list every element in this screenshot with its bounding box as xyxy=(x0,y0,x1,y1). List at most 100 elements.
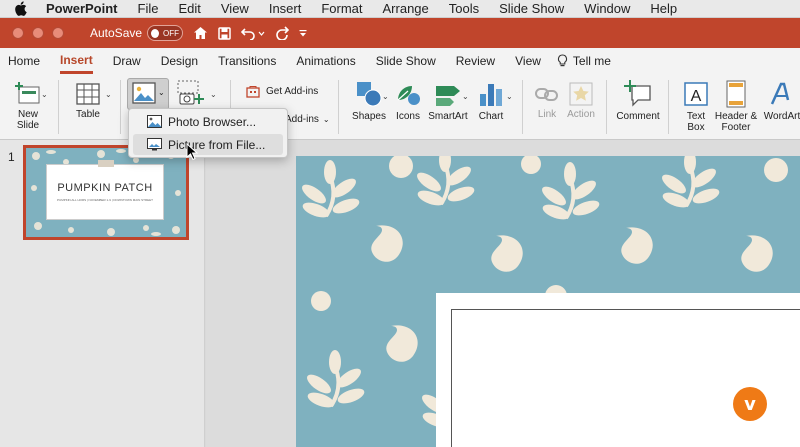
header-footer-icon xyxy=(726,80,746,108)
action-button[interactable]: Action xyxy=(564,82,598,120)
my-add-ins-button[interactable]: Add-ins ⌄ xyxy=(285,114,330,125)
thumbnail-title: PUMPKIN PATCH xyxy=(57,182,153,194)
redo-icon[interactable] xyxy=(275,26,290,40)
ribbon-divider xyxy=(58,80,59,134)
tab-transitions[interactable]: Transitions xyxy=(218,50,276,72)
slide-content-border xyxy=(451,309,800,447)
thumbnail-subtitle: PUMPKIN ALL HORS | NOVEMBER 1-9 | DOWNTO… xyxy=(57,198,153,202)
save-icon[interactable] xyxy=(218,26,231,40)
comment-icon xyxy=(624,80,651,107)
wordart-button[interactable]: WordArt xyxy=(760,80,800,122)
menu-tools[interactable]: Tools xyxy=(449,1,479,16)
title-bar: AutoSave OFF xyxy=(0,18,800,48)
shapes-label: Shapes xyxy=(352,111,386,122)
get-add-ins-button[interactable]: Get Add-ins xyxy=(246,84,318,98)
smartart-label: SmartArt xyxy=(428,111,468,122)
menu-format[interactable]: Format xyxy=(321,1,362,16)
tell-me-search[interactable]: Tell me xyxy=(557,50,611,72)
menu-app-name[interactable]: PowerPoint xyxy=(46,1,118,16)
picture-from-file-icon xyxy=(147,138,162,151)
tab-draw[interactable]: Draw xyxy=(113,50,141,72)
wordart-icon xyxy=(770,82,790,105)
chart-icon xyxy=(480,84,502,106)
photo-browser-icon xyxy=(147,115,162,128)
window-controls xyxy=(12,27,72,39)
table-button[interactable]: Table xyxy=(68,82,108,120)
close-window-button[interactable] xyxy=(12,27,24,39)
menu-help[interactable]: Help xyxy=(650,1,677,16)
apple-menu-icon[interactable] xyxy=(14,1,30,16)
screenshot-icon xyxy=(177,80,204,105)
chart-button[interactable]: Chart xyxy=(474,80,508,122)
menu-item-photo-browser[interactable]: Photo Browser... xyxy=(133,111,283,132)
table-chevron-icon[interactable]: ⌄ xyxy=(105,90,112,99)
text-box-button[interactable]: A Text Box xyxy=(679,80,713,133)
tab-animations[interactable]: Animations xyxy=(296,50,355,72)
new-slide-icon xyxy=(15,82,40,104)
action-icon xyxy=(569,82,593,106)
lightbulb-icon xyxy=(557,54,567,67)
photo-browser-label: Photo Browser... xyxy=(168,114,257,129)
new-slide-chevron-icon[interactable]: ⌄ xyxy=(41,90,48,99)
ribbon-divider xyxy=(120,80,121,134)
tab-design[interactable]: Design xyxy=(161,50,198,72)
menu-insert[interactable]: Insert xyxy=(269,1,302,16)
ribbon-tabs: Home Insert Draw Design Transitions Anim… xyxy=(0,48,800,74)
link-label: Link xyxy=(537,109,557,120)
shapes-icon xyxy=(357,82,382,107)
store-icon xyxy=(246,86,260,98)
shapes-chevron-icon[interactable]: ⌄ xyxy=(382,92,389,101)
chart-label: Chart xyxy=(478,111,504,122)
ribbon-insert: New Slide ⌄ Table ⌄ ⌄ ⌄ Get Add-ins Add-… xyxy=(0,74,800,140)
new-slide-label: New Slide xyxy=(16,109,40,131)
screenshot-chevron-icon[interactable]: ⌄ xyxy=(210,90,217,99)
pictures-chevron-icon: ⌄ xyxy=(158,88,165,97)
menu-arrange[interactable]: Arrange xyxy=(383,1,429,16)
slide-thumbnail[interactable]: PUMPKIN PATCH PUMPKIN ALL HORS | NOVEMBE… xyxy=(23,145,189,240)
tab-review[interactable]: Review xyxy=(456,50,495,72)
screenshot-button[interactable] xyxy=(176,80,206,106)
comment-button[interactable]: Comment xyxy=(615,80,661,122)
menu-edit[interactable]: Edit xyxy=(178,1,200,16)
my-add-ins-label: Add-ins xyxy=(285,114,319,125)
undo-icon[interactable] xyxy=(241,26,265,40)
icons-button[interactable]: Icons xyxy=(393,80,423,122)
picture-icon xyxy=(132,82,156,104)
mac-menu-bar: PowerPoint File Edit View Insert Format … xyxy=(0,0,800,18)
smartart-chevron-icon[interactable]: ⌄ xyxy=(462,92,469,101)
menu-window[interactable]: Window xyxy=(584,1,630,16)
shapes-button[interactable]: Shapes xyxy=(350,80,388,122)
menu-view[interactable]: View xyxy=(221,1,249,16)
smartart-button[interactable]: SmartArt xyxy=(426,80,470,122)
minimize-window-button[interactable] xyxy=(32,27,44,39)
slide-number: 1 xyxy=(8,150,15,164)
tab-home[interactable]: Home xyxy=(8,50,40,72)
menu-item-picture-from-file[interactable]: Picture from File... xyxy=(133,134,283,155)
menu-file[interactable]: File xyxy=(138,1,159,16)
header-footer-button[interactable]: Header & Footer xyxy=(713,80,759,133)
tab-view[interactable]: View xyxy=(515,50,541,72)
home-icon[interactable] xyxy=(193,26,208,40)
slide-thumbnails-pane: 1 PUMPKIN PATCH PUMPKIN ALL HORS | NOVEM… xyxy=(0,140,205,447)
pictures-button[interactable]: ⌄ xyxy=(127,78,169,110)
menu-slide-show[interactable]: Slide Show xyxy=(499,1,564,16)
text-box-label: Text Box xyxy=(686,111,706,133)
table-label: Table xyxy=(76,109,100,120)
ribbon-divider xyxy=(522,80,523,134)
autosave-label: AutoSave xyxy=(90,26,143,40)
icons-icon xyxy=(397,86,420,105)
thumbnail-tape xyxy=(98,160,114,167)
chart-chevron-icon[interactable]: ⌄ xyxy=(506,92,513,101)
customize-toolbar-icon[interactable] xyxy=(299,28,307,38)
zoom-window-button[interactable] xyxy=(52,27,64,39)
pictures-dropdown-menu: Photo Browser... Picture from File... xyxy=(128,108,288,158)
tab-insert[interactable]: Insert xyxy=(60,49,93,74)
tab-slide-show[interactable]: Slide Show xyxy=(376,50,436,72)
action-label: Action xyxy=(567,109,595,120)
autosave-toggle[interactable]: OFF xyxy=(147,25,184,41)
mouse-cursor-icon xyxy=(186,143,198,161)
autosave-state: OFF xyxy=(163,28,180,38)
link-button[interactable]: Link xyxy=(532,82,562,120)
ribbon-divider xyxy=(668,80,669,134)
toggle-knob xyxy=(151,28,160,38)
